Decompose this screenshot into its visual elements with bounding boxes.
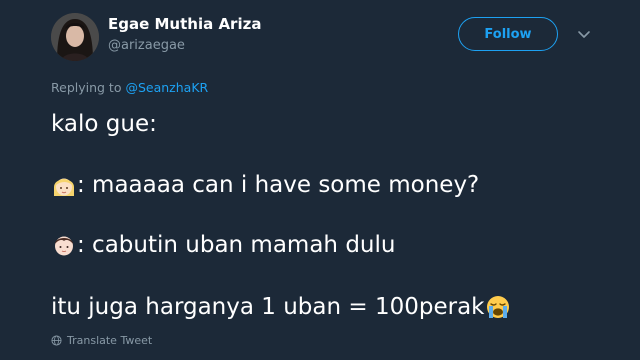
author-handle[interactable]: @arizaegae bbox=[108, 38, 185, 53]
woman-face-emoji-icon bbox=[51, 232, 77, 258]
tweet-text-line-1: kalo gue: bbox=[51, 111, 157, 137]
author-display-name[interactable]: Egae Muthia Ariza bbox=[108, 15, 261, 33]
tweet-text-line-3: : cabutin uban mamah dulu bbox=[51, 231, 395, 259]
globe-icon bbox=[51, 335, 62, 346]
avatar[interactable] bbox=[51, 13, 99, 61]
tweet-text-line-2: : maaaaa can i have some money? bbox=[51, 171, 479, 199]
tweet-text-line-2-text: : maaaaa can i have some money? bbox=[77, 172, 480, 198]
replying-to-label: Replying to bbox=[51, 80, 122, 95]
follow-button[interactable]: Follow bbox=[458, 17, 558, 51]
reply-mention-link[interactable]: @SeanzhaKR bbox=[125, 80, 208, 95]
replying-to: Replying to @SeanzhaKR bbox=[51, 80, 208, 95]
tweet-text-line-4-text: itu juga harganya 1 uban = 100perak bbox=[51, 294, 485, 320]
blond-girl-emoji-icon bbox=[51, 172, 77, 198]
chevron-down-icon[interactable] bbox=[576, 26, 592, 42]
translate-tweet-label[interactable]: Translate Tweet bbox=[67, 334, 152, 347]
tweet-text-line-4: itu juga harganya 1 uban = 100perak bbox=[51, 293, 511, 321]
loudly-crying-face-emoji-icon bbox=[485, 294, 511, 320]
tweet-text-line-3-text: : cabutin uban mamah dulu bbox=[77, 232, 396, 258]
translate-tweet-link[interactable]: Translate Tweet bbox=[51, 334, 152, 347]
